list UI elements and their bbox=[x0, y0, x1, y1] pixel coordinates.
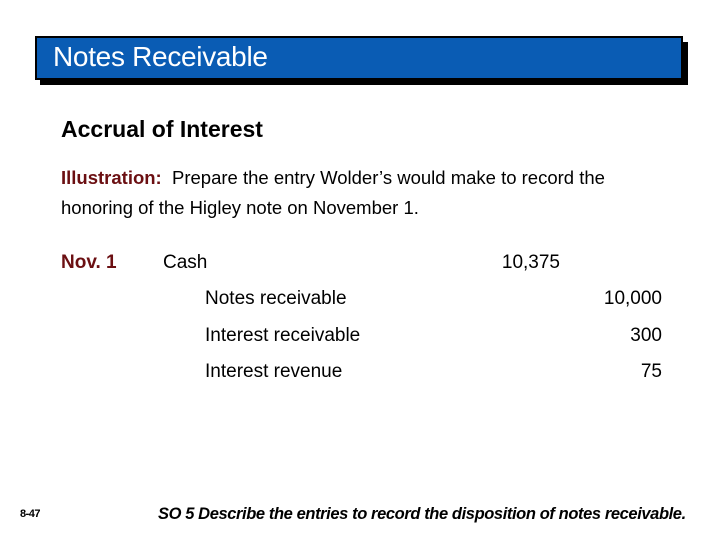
debit-amount: 10,375 bbox=[501, 252, 560, 273]
entry-date: Nov. 1 bbox=[61, 252, 117, 273]
credit-amount: 75 bbox=[640, 361, 662, 382]
account-name: Interest receivable bbox=[205, 325, 361, 346]
credit-amount: 300 bbox=[630, 325, 662, 346]
illustration-label: Illustration: bbox=[61, 167, 162, 188]
account-name: Cash bbox=[163, 252, 208, 273]
account-name: Interest revenue bbox=[205, 361, 343, 382]
illustration-paragraph: Illustration: Prepare the entry Wolder’s… bbox=[61, 163, 621, 223]
title-bar: Notes Receivable bbox=[35, 36, 683, 80]
credit-amount: 10,000 bbox=[603, 288, 662, 309]
slide-subtitle: Accrual of Interest bbox=[61, 116, 263, 142]
account-name: Notes receivable bbox=[205, 288, 347, 309]
study-objective: SO 5 Describe the entries to record the … bbox=[158, 505, 686, 523]
slide-title: Notes Receivable bbox=[53, 41, 268, 72]
slide-number: 8-47 bbox=[20, 508, 41, 520]
